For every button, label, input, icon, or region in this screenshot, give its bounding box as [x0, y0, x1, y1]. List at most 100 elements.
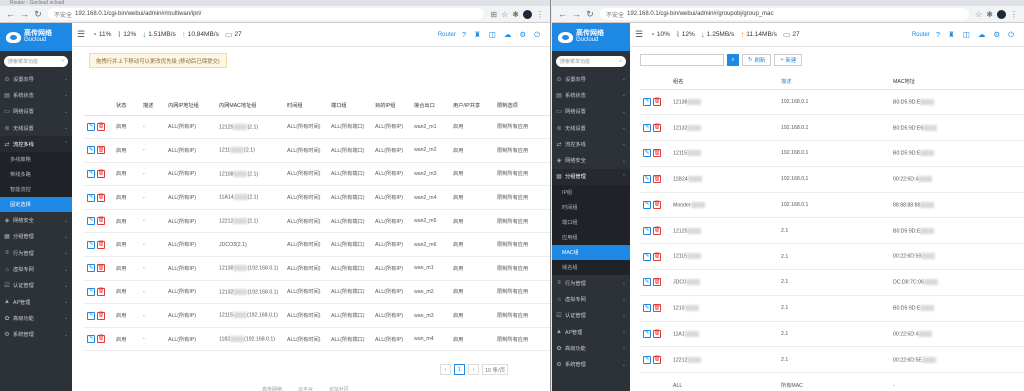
cloud-icon[interactable]: ☁ [504, 30, 512, 40]
power-icon[interactable]: ⏻ [534, 30, 540, 40]
delete-icon[interactable]: 🗑 [97, 335, 105, 344]
sidebar-item[interactable]: ≡ 行为管理 ⌄ [552, 275, 630, 291]
sidebar-item[interactable]: ≋ 无线设置 ⌄ [0, 120, 72, 136]
table-row[interactable]: ✎ 🗑 启用 - ALL(所有IP) 12115 (192.168.0.1) ALL(所有时间… [84, 303, 550, 328]
edit-icon[interactable]: ✎ [643, 226, 651, 235]
table-row[interactable]: ALL 所有MAC - [640, 372, 1024, 391]
search-icon[interactable]: ⌕ [619, 58, 622, 64]
edit-icon[interactable]: ✎ [87, 217, 95, 226]
cloud-icon[interactable]: ☁ [978, 30, 986, 40]
delete-icon[interactable]: 🗑 [97, 287, 105, 296]
table-row[interactable]: ✎ 🗑 11B24 192.168.0.1 00:22:6D:4 [640, 166, 1024, 193]
table-row[interactable]: ✎ 🗑 12132 192.168.0.1 B0:D5:9D:E6 [640, 114, 1024, 142]
power-icon[interactable]: ⏻ [1008, 30, 1014, 40]
menu-search-input[interactable]: 搜索菜单功能 ⌕ [4, 55, 68, 67]
sidebar-item[interactable]: ▤ 系统状态 ⌄ [0, 87, 72, 103]
sidebar-subitem[interactable]: 应用组 [552, 230, 630, 246]
extension-icon[interactable]: ✱ [512, 10, 519, 19]
table-row[interactable]: ✎ 🗑 Monder 192.168.0.1 88:88:88:88 [640, 192, 1024, 219]
table-row[interactable]: ✎ 🗑 启用 - ALL(所有IP) 12138 (192.168.0.1) ALL(所有时间… [84, 256, 550, 281]
edit-icon[interactable]: ✎ [643, 330, 651, 339]
sidebar-subitem[interactable]: 固定选择 [0, 197, 72, 213]
sidebar-item[interactable]: ▭ 网络设置 ⌄ [552, 104, 630, 120]
table-row[interactable]: ✎ 🗑 12138 192.168.0.1 B0:D5:9D:E [640, 89, 1024, 116]
edit-icon[interactable]: ✎ [87, 240, 95, 249]
edit-icon[interactable]: ✎ [87, 264, 95, 273]
column-header[interactable]: 目的IP组 [372, 97, 411, 116]
profile-avatar[interactable] [997, 9, 1006, 19]
hamburger-icon[interactable]: ☰ [77, 29, 86, 40]
sidebar-item[interactable]: ▭ 网络设置 ⌄ [0, 104, 72, 120]
table-row[interactable]: ✎ 🗑 启用 - ALL(所有IP) 12125 (2.1) ALL(所有时间) ALL(所有端… [84, 115, 550, 140]
back-icon[interactable]: ← [558, 9, 567, 19]
sidebar-item[interactable]: ◈ 网络安全 ⌄ [552, 152, 630, 168]
delete-icon[interactable]: 🗑 [97, 193, 105, 202]
sidebar-subitem[interactable]: 多线策略 [0, 152, 72, 168]
edit-icon[interactable]: ✎ [87, 122, 95, 131]
sidebar-item[interactable]: ≋ 无线设置 ⌄ [552, 120, 630, 136]
sidebar-item[interactable]: ▲ AP管理 ⌄ [552, 324, 630, 340]
reload-icon[interactable]: ↻ [586, 9, 594, 20]
menu-search-input[interactable]: 搜索菜单功能 ⌕ [556, 55, 626, 67]
column-header[interactable]: 时间组 [284, 97, 328, 116]
edit-icon[interactable]: ✎ [87, 287, 95, 296]
edit-icon[interactable]: ✎ [643, 201, 651, 210]
sidebar-item[interactable]: ▲ AP管理 ⌄ [0, 294, 72, 310]
table-row[interactable]: ✎ 🗑 启用 - ALL(所有IP) 12132 (192.168.0.1) ALL(所有时间… [84, 280, 550, 305]
table-row[interactable]: ✎ 🗑 1210 2.1 B0:D5:9D:E [640, 295, 1024, 322]
shirt-theme-icon[interactable]: ♜ [948, 30, 955, 40]
tab-strip[interactable]: Router - Gocloud ocloud [0, 0, 550, 6]
url-field[interactable]: 不安全 192.168.0.1/cgi-bin/webui/admin#/gro… [600, 8, 970, 20]
shirt-theme-icon[interactable]: ♜ [474, 30, 481, 40]
search-input[interactable] [640, 54, 724, 66]
edit-icon[interactable]: ✎ [87, 335, 95, 344]
delete-icon[interactable]: 🗑 [653, 201, 661, 210]
edit-icon[interactable]: ✎ [87, 169, 95, 178]
new-button[interactable]: + 新建 [774, 54, 803, 66]
delete-icon[interactable]: 🗑 [653, 97, 661, 106]
delete-icon[interactable]: 🗑 [653, 175, 661, 184]
column-header[interactable]: 内网IP地址组 [165, 97, 216, 116]
star-icon[interactable]: ☆ [975, 10, 982, 19]
sidebar-subitem[interactable]: 智能流控 [0, 182, 72, 198]
extension-icon[interactable]: ✱ [986, 10, 993, 19]
sidebar-subitem[interactable]: MAC组 [552, 245, 630, 261]
table-row[interactable]: ✎ 🗑 启用 - ALL(所有IP) 11A14 (2.1) ALL(所有时间) ALL(所有端… [84, 185, 550, 210]
footer-link[interactable]: 云平台 [298, 386, 313, 391]
table-row[interactable]: ✎ 🗑 启用 - ALL(所有IP) JDCO3(2.1) ALL(所有时间) ALL(所有端… [84, 232, 550, 258]
settings-icon[interactable]: ⚙ [993, 30, 1000, 40]
sidebar-item[interactable]: ◈ 网络安全 ⌄ [0, 212, 72, 228]
table-row[interactable]: ✎ 🗑 12115 192.168.0.1 B0:D5:9D:E [640, 140, 1024, 167]
edit-icon[interactable]: ✎ [87, 311, 95, 320]
router-label[interactable]: Router [912, 32, 930, 38]
column-header[interactable]: 状态 [113, 97, 140, 116]
column-header[interactable]: 组名 [670, 75, 778, 90]
sidebar-item[interactable]: ▦ 分组管理 ⌄ [0, 229, 72, 245]
delete-icon[interactable]: 🗑 [97, 122, 105, 131]
column-header[interactable]: 描述 [778, 75, 890, 90]
sidebar-item[interactable]: ≡ 行为管理 ⌄ [0, 245, 72, 261]
table-row[interactable]: ✎ 🗑 11A1 2.1 00:22:6D:4 [640, 321, 1024, 348]
sidebar-item[interactable]: ✿ 高级功能 ⌄ [0, 310, 72, 326]
delete-icon[interactable]: 🗑 [97, 311, 105, 320]
edit-icon[interactable]: ✎ [643, 97, 651, 106]
search-button[interactable]: ⌕ [727, 54, 739, 66]
delete-icon[interactable]: 🗑 [97, 169, 105, 178]
menu-dots-icon[interactable]: ⋮ [1010, 10, 1018, 19]
delete-icon[interactable]: 🗑 [653, 252, 661, 261]
column-header[interactable]: MAC地址 [890, 75, 1024, 90]
help-icon[interactable]: ? [936, 30, 940, 40]
forward-icon[interactable]: → [572, 9, 581, 19]
url-field[interactable]: 不安全 192.168.0.1/cgi-bin/webui/admin#/mul… [48, 8, 485, 20]
save-icon[interactable]: ◫ [489, 30, 496, 40]
page-size-select[interactable]: 10 条/页 [482, 364, 509, 375]
table-row[interactable]: ✎ 🗑 12115 2.1 00:22:6D:59 [640, 243, 1024, 271]
save-icon[interactable]: ◫ [963, 30, 970, 40]
help-icon[interactable]: ? [462, 30, 466, 40]
sidebar-item[interactable]: ⇄ 流控多线 ⌄ [552, 136, 630, 152]
table-row[interactable]: ✎ 🗑 启用 - ALL(所有IP) 1211 (2.1) ALL(所有时间) ALL(所有端口… [84, 138, 550, 163]
edit-icon[interactable]: ✎ [87, 193, 95, 202]
column-header[interactable]: 内网MAC地址组 [216, 97, 284, 116]
sidebar-item[interactable]: ⊙ 设置向导 ⌄ [0, 71, 72, 87]
hamburger-icon[interactable]: ☰ [635, 29, 644, 40]
